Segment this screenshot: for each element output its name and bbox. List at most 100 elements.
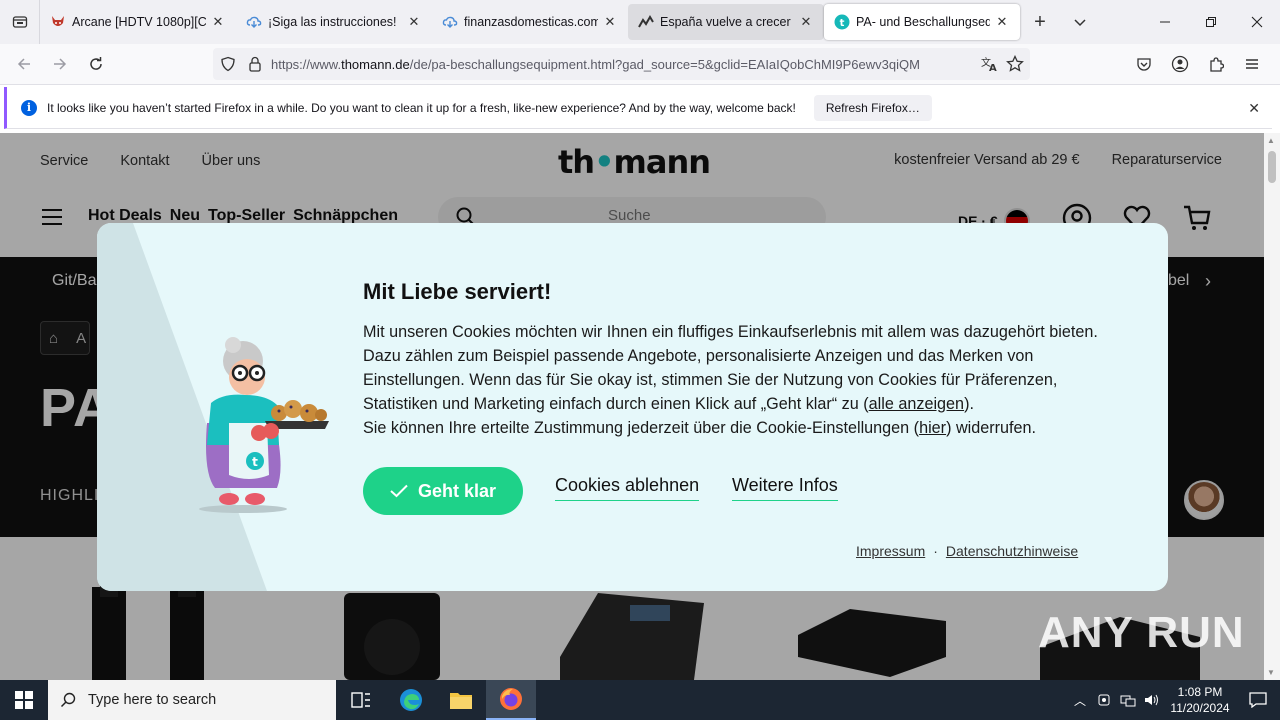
info-icon: i <box>21 99 37 116</box>
tab-title: Arcane [HDTV 1080p][Cap <box>72 15 206 29</box>
clock-date: 11/20/2024 <box>1170 701 1230 715</box>
url-bar[interactable]: https://www.thomann.de/de/pa-beschallung… <box>213 48 1030 80</box>
scroll-up-icon[interactable]: ▲ <box>1267 136 1275 145</box>
imprint-link[interactable]: Impressum <box>856 543 925 559</box>
close-tab-icon[interactable]: ✕ <box>602 14 618 30</box>
devil-icon <box>50 14 66 30</box>
chevron-up-icon[interactable]: ︿ <box>1068 680 1092 720</box>
close-tab-icon[interactable]: ✕ <box>406 14 422 30</box>
firefox-view-button[interactable] <box>0 0 40 44</box>
cookie-text-part: Mit unseren Cookies möchten wir Ihnen ei… <box>363 323 1098 413</box>
notification-center-button[interactable] <box>1236 680 1280 720</box>
search-icon <box>60 692 76 708</box>
scroll-thumb[interactable] <box>1268 151 1276 183</box>
taskbar-search-input[interactable]: Type here to search <box>48 680 336 720</box>
tab-siga[interactable]: ¡Siga las instrucciones! ✕ <box>236 4 432 40</box>
tab-thomann[interactable]: t PA- und Beschallungsequ ✕ <box>824 4 1020 40</box>
url-prefix: https://www. <box>271 56 342 72</box>
puzzle-icon <box>1210 57 1224 72</box>
tab-title: finanzasdomesticas.com/ <box>464 15 598 29</box>
translate-icon[interactable]: 文A <box>980 55 998 78</box>
list-all-tabs-button[interactable] <box>1060 0 1100 44</box>
folder-icon <box>450 693 472 709</box>
reload-button[interactable] <box>78 48 114 80</box>
close-tab-icon[interactable]: ✕ <box>210 14 226 30</box>
here-link[interactable]: hier <box>919 419 946 437</box>
thomann-icon: t <box>834 14 850 30</box>
cookie-dialog-text: Mit unseren Cookies möchten wir Ihnen ei… <box>363 320 1133 440</box>
restore-button[interactable] <box>1188 0 1234 44</box>
checkmark-icon <box>390 484 408 498</box>
tab-title: PA- und Beschallungsequ <box>856 15 990 29</box>
refresh-firefox-button[interactable]: Refresh Firefox… <box>813 94 932 121</box>
show-all-link[interactable]: alle anzeigen <box>869 395 964 413</box>
close-window-button[interactable] <box>1234 0 1280 44</box>
tab-arcane[interactable]: Arcane [HDTV 1080p][Cap ✕ <box>40 4 236 40</box>
shield-icon[interactable] <box>213 56 243 72</box>
close-icon <box>1251 16 1263 28</box>
lock-icon[interactable] <box>243 56 267 72</box>
system-tray: ︿ 1:08 PM 11/20/2024 <box>1068 680 1280 720</box>
chart-icon <box>638 14 654 30</box>
minimize-button[interactable] <box>1142 0 1188 44</box>
download-cloud-icon <box>442 14 458 30</box>
cookie-text-part: Sie können Ihre erteilte Zustimmung jede… <box>363 419 920 437</box>
legal-separator: · <box>933 543 938 559</box>
privacy-link[interactable]: Datenschutzhinweise <box>946 543 1078 559</box>
toolbar-icons <box>1126 48 1270 80</box>
url-path: /de/pa-beschallungsequipment.html?gad_so… <box>409 56 920 72</box>
anyrun-watermark: ANY RUN <box>1038 608 1245 657</box>
more-info-link[interactable]: Weitere Infos <box>732 475 838 501</box>
cookie-text-part: ) widerrufen. <box>946 419 1037 437</box>
cookie-consent-dialog: t Mit Liebe serviert! Mit unseren Cookie… <box>97 223 1168 591</box>
cookie-text-part: ). <box>964 395 974 413</box>
grandma-illustration: t <box>199 337 329 513</box>
scroll-down-icon[interactable]: ▼ <box>1267 668 1275 677</box>
accept-label: Geht klar <box>417 480 497 501</box>
window-controls <box>1142 0 1280 44</box>
notification-icon <box>1249 692 1267 708</box>
refresh-firefox-notification: i It looks like you haven’t started Fire… <box>4 87 1272 129</box>
chevron-down-icon <box>1074 19 1086 27</box>
tab-finanzas[interactable]: finanzasdomesticas.com/ ✕ <box>432 4 628 40</box>
edge-taskbar-button[interactable] <box>386 680 436 720</box>
notification-text: It looks like you haven’t started Firefo… <box>47 100 796 115</box>
url-domain: thomann.de <box>341 56 410 72</box>
pocket-icon <box>1137 58 1151 71</box>
tray-app-icon[interactable] <box>1092 680 1116 720</box>
firefox-taskbar-button[interactable] <box>486 680 536 720</box>
tab-title: ¡Siga las instrucciones! <box>268 15 397 29</box>
account-button[interactable] <box>1162 48 1198 80</box>
firefox-view-icon <box>12 16 27 28</box>
screen: Arcane [HDTV 1080p][Cap ✕ ¡Siga las inst… <box>0 0 1280 720</box>
bookmark-star-icon[interactable] <box>1006 54 1024 78</box>
windows-logo-icon <box>15 691 33 709</box>
tab-espana[interactable]: España vuelve a crecer pa ✕ <box>628 4 824 40</box>
download-cloud-icon <box>246 14 262 30</box>
menu-button[interactable] <box>1234 48 1270 80</box>
new-tab-button[interactable]: + <box>1020 0 1060 44</box>
reject-cookies-link[interactable]: Cookies ablehnen <box>555 475 700 501</box>
start-button[interactable] <box>0 680 48 720</box>
page-scrollbar[interactable]: ▲ ▼ <box>1264 133 1280 680</box>
firefox-icon <box>500 688 522 710</box>
accept-cookies-button[interactable]: Geht klar <box>363 467 523 515</box>
tab-title: España vuelve a crecer pa <box>660 15 794 29</box>
explorer-taskbar-button[interactable] <box>436 680 486 720</box>
task-view-button[interactable] <box>336 680 386 720</box>
back-button[interactable] <box>6 48 42 80</box>
taskbar-clock[interactable]: 1:08 PM 11/20/2024 <box>1164 684 1236 716</box>
arrow-right-icon <box>54 58 67 70</box>
restore-icon <box>1206 17 1216 27</box>
close-tab-icon[interactable]: ✕ <box>994 14 1010 30</box>
url-text[interactable]: https://www.thomann.de/de/pa-beschallung… <box>271 57 971 72</box>
pocket-button[interactable] <box>1126 48 1162 80</box>
forward-button[interactable] <box>42 48 78 80</box>
network-icon[interactable] <box>1116 680 1140 720</box>
volume-icon[interactable] <box>1140 680 1164 720</box>
arrow-left-icon <box>17 58 30 70</box>
close-tab-icon[interactable]: ✕ <box>798 14 814 30</box>
extensions-button[interactable] <box>1198 48 1234 80</box>
account-icon <box>1171 55 1189 73</box>
close-notification-icon[interactable]: ✕ <box>1248 100 1260 117</box>
